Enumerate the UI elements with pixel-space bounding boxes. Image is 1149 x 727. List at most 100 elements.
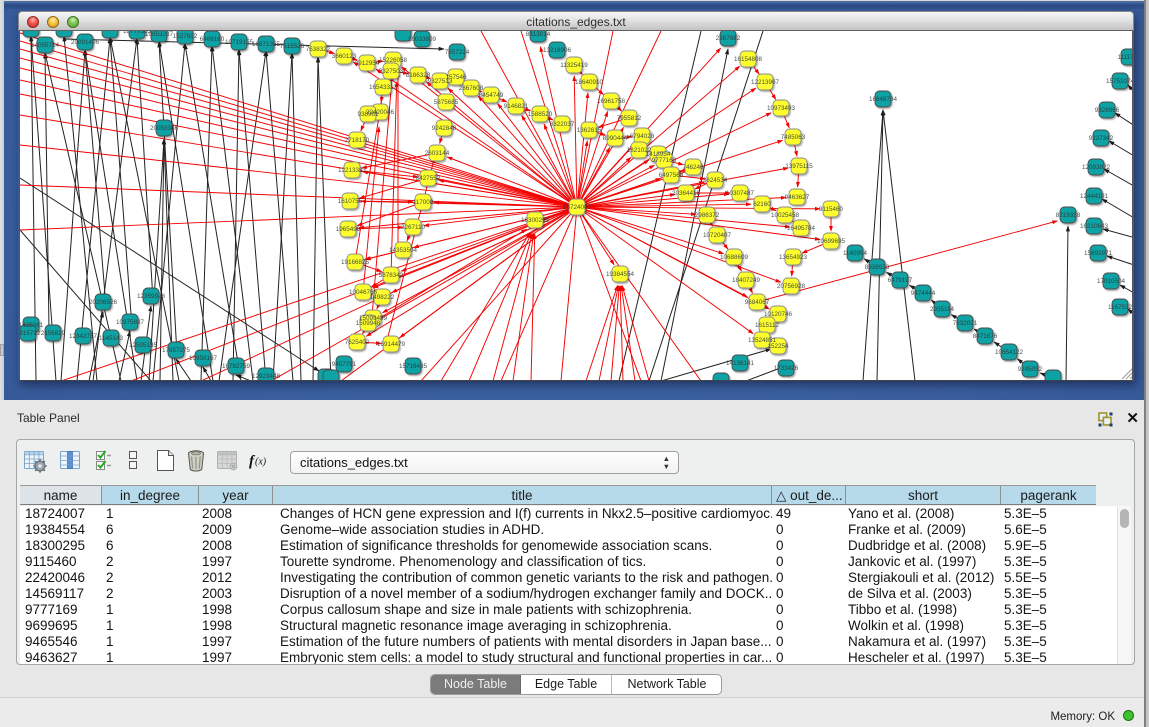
svg-text:15716485: 15716485 [399, 363, 428, 370]
svg-text:16495784: 16495784 [787, 225, 816, 232]
svg-text:9146821: 9146821 [504, 103, 529, 110]
svg-text:7857224: 7857224 [445, 49, 470, 56]
svg-text:17010504: 17010504 [1097, 278, 1126, 285]
svg-text:9327503: 9327503 [379, 68, 404, 75]
svg-text:8427552: 8427552 [416, 175, 441, 182]
svg-text:12093822: 12093822 [1082, 164, 1111, 171]
svg-text:12342737: 12342737 [69, 333, 98, 340]
svg-text:8219358: 8219358 [1056, 212, 1081, 219]
svg-text:8938923: 8938923 [865, 264, 890, 271]
svg-text:16961758: 16961758 [597, 98, 626, 105]
svg-text:9245052: 9245052 [1018, 366, 1043, 373]
svg-text:12923448: 12923448 [252, 373, 281, 380]
svg-text:7632021: 7632021 [953, 320, 978, 327]
svg-text:1435061: 1435061 [20, 322, 44, 329]
svg-text:8813014: 8813014 [526, 31, 551, 38]
svg-text:3624534: 3624534 [703, 177, 728, 184]
svg-text:16543312: 16543312 [369, 84, 398, 91]
svg-text:19166825: 19166825 [341, 259, 370, 266]
svg-text:157546: 157546 [445, 74, 467, 81]
svg-text:16154808: 16154808 [734, 56, 763, 63]
svg-text:938961: 938961 [357, 111, 379, 118]
svg-text:7515526: 7515526 [280, 43, 305, 50]
svg-text:3915712: 3915712 [20, 330, 41, 337]
svg-text:1610755: 1610755 [338, 198, 363, 205]
svg-text:10958167: 10958167 [189, 355, 218, 362]
svg-text:13654923: 13654923 [779, 254, 808, 261]
svg-text:9474444: 9474444 [911, 290, 936, 297]
svg-text:14353504: 14353504 [389, 247, 418, 254]
svg-text:16648784: 16648784 [869, 96, 898, 103]
svg-text:7625402: 7625402 [345, 339, 370, 346]
svg-text:1733426: 1733426 [774, 365, 799, 372]
svg-text:7485063: 7485063 [781, 134, 806, 141]
svg-text:6794028: 6794028 [630, 133, 655, 140]
svg-text:14055714: 14055714 [31, 42, 60, 49]
svg-text:18724007: 18724007 [563, 204, 592, 211]
svg-text:9115460: 9115460 [819, 206, 844, 213]
svg-text:7955812: 7955812 [617, 115, 642, 122]
svg-text:7638322: 7638322 [306, 46, 331, 53]
svg-text:9242848: 9242848 [432, 125, 457, 132]
svg-text:2935114: 2935114 [930, 306, 955, 313]
svg-text:10688609: 10688609 [720, 254, 749, 261]
svg-text:8454749: 8454749 [479, 92, 504, 99]
svg-text:12359928: 12359928 [137, 293, 166, 300]
svg-text:1362615: 1362615 [577, 127, 602, 134]
svg-text:1498222: 1498222 [370, 294, 395, 301]
svg-text:12213967: 12213967 [751, 79, 780, 86]
svg-text:8471676: 8471676 [973, 333, 998, 340]
svg-text:20053346: 20053346 [150, 125, 179, 132]
svg-text:10307487: 10307487 [726, 190, 755, 197]
svg-text:8990444: 8990444 [603, 135, 628, 142]
svg-text:5875685: 5875685 [434, 99, 459, 106]
svg-text:9777169: 9777169 [652, 157, 677, 164]
svg-text:20206526: 20206526 [89, 299, 118, 306]
svg-text:20364416: 20364416 [672, 190, 701, 197]
svg-text:8322037: 8322037 [550, 121, 575, 128]
svg-text:10025458: 10025458 [771, 212, 800, 219]
svg-text:18407249: 18407249 [732, 277, 761, 284]
svg-text:20756928: 20756928 [777, 283, 806, 290]
svg-text:13218906: 13218906 [543, 47, 572, 54]
svg-text:10699695: 10699695 [817, 238, 846, 245]
svg-text:6479197: 6479197 [888, 277, 913, 284]
svg-text:9463627: 9463627 [785, 194, 810, 201]
svg-text:10975887: 10975887 [116, 319, 145, 326]
svg-text:12213383: 12213383 [338, 167, 367, 174]
svg-text:2156829: 2156829 [41, 330, 66, 337]
svg-text:6466160: 6466160 [200, 36, 225, 43]
svg-text:12444191: 12444191 [1080, 193, 1109, 200]
svg-text:2867608: 2867608 [459, 85, 484, 92]
svg-text:19384554: 19384554 [606, 271, 635, 278]
svg-text:16782759: 16782759 [222, 363, 251, 370]
svg-text:2603144: 2603144 [425, 150, 450, 157]
svg-text:1167532: 1167532 [1108, 304, 1133, 311]
svg-text:3912954: 3912954 [355, 60, 380, 67]
svg-text:16033809: 16033809 [408, 36, 437, 43]
svg-text:10720407: 10720407 [703, 232, 732, 239]
svg-text:2986372: 2986372 [695, 212, 720, 219]
svg-text:9329966: 9329966 [1095, 107, 1120, 114]
svg-text:6497568: 6497568 [659, 172, 684, 179]
svg-text:10719155: 10719155 [225, 39, 254, 46]
svg-text:15692971: 15692971 [1084, 250, 1113, 257]
svg-text:16671355: 16671355 [252, 41, 281, 48]
svg-text:117008: 117008 [413, 199, 434, 206]
svg-text:12505135: 12505135 [129, 342, 158, 349]
svg-text:10654122: 10654122 [995, 349, 1024, 356]
svg-text:15226058: 15226058 [379, 57, 408, 64]
svg-text:1509948: 1509948 [356, 320, 381, 327]
svg-text:20091406: 20091406 [71, 39, 100, 46]
svg-text:1145143: 1145143 [99, 335, 124, 342]
svg-text:18640910: 18640910 [575, 79, 604, 86]
svg-text:3660123: 3660123 [332, 53, 357, 60]
svg-text:1140954: 1140954 [843, 250, 868, 257]
svg-text:16210643: 16210643 [1080, 223, 1109, 230]
svg-text:14136141: 14136141 [726, 360, 755, 367]
svg-text:1588520: 1588520 [528, 111, 553, 118]
svg-text:152254: 152254 [767, 343, 789, 350]
svg-text:10120746: 10120746 [764, 311, 793, 318]
svg-text:5878342: 5878342 [379, 272, 404, 279]
svg-text:1111734: 1111734 [1117, 54, 1133, 61]
